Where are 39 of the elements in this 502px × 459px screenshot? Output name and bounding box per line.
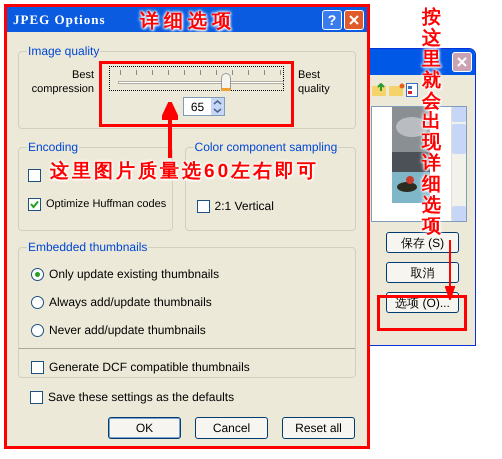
close-icon: [349, 14, 359, 24]
dialog-button[interactable]: 取消: [386, 262, 459, 283]
checkbox-label: 2:1 Vertical: [214, 198, 274, 215]
dialog-button[interactable]: OK: [108, 417, 181, 439]
spin-box[interactable]: 65: [183, 97, 225, 116]
arrow-icon: [445, 240, 455, 300]
close-button[interactable]: [344, 10, 364, 30]
checkbox[interactable]: [28, 198, 41, 211]
dialog-button[interactable]: Reset all: [282, 417, 355, 439]
view-menu-icon[interactable]: [406, 83, 418, 97]
radio-label: Only update existing thumbnails: [49, 266, 220, 283]
slider-max-label: Best quality: [298, 68, 331, 97]
checkbox-label: Generate DCF compatible thumbnails: [49, 359, 250, 376]
annotation-text: 详细选项: [140, 10, 236, 34]
checkbox[interactable]: [30, 390, 43, 404]
group-label: Encoding: [27, 139, 80, 155]
help-button[interactable]: ?: [322, 10, 342, 30]
dialog-button[interactable]: Cancel: [195, 417, 268, 439]
scrollbar[interactable]: [451, 107, 466, 221]
group-label: Image quality: [27, 43, 100, 59]
annotation-text: 这里图片质量选60左右即可: [50, 160, 320, 184]
slider-min-label: Best compression: [30, 68, 95, 97]
group-label: Color component sampling: [194, 139, 338, 155]
spin-arrows-icon[interactable]: [211, 98, 224, 115]
arrow-icon: [162, 102, 178, 158]
radio-label: Always add/update thumbnails: [49, 294, 212, 311]
slider-thumb[interactable]: [220, 73, 231, 91]
checkbox[interactable]: [31, 360, 44, 374]
checkbox[interactable]: [196, 200, 210, 212]
window-title: JPEG Options: [13, 10, 106, 29]
checkbox[interactable]: [28, 169, 41, 182]
folder-up-icon[interactable]: [372, 83, 388, 97]
radio-button[interactable]: [31, 268, 44, 280]
radio-button[interactable]: [31, 296, 44, 308]
new-folder-icon[interactable]: [389, 83, 405, 97]
radio-button[interactable]: [31, 324, 44, 336]
checkbox-label: Optimize Huffman codes: [46, 197, 166, 212]
checkbox-label: Save these settings as the defaults: [48, 389, 234, 406]
radio-label: Never add/update thumbnails: [49, 322, 206, 339]
